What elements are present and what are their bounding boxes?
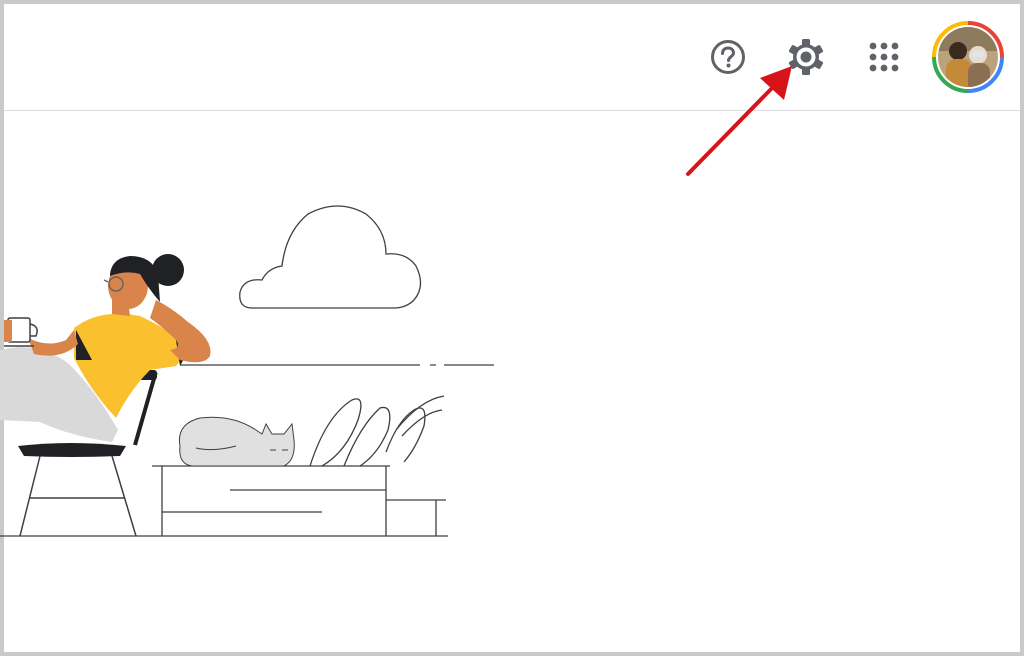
empty-state-illustration	[0, 205, 494, 537]
cloud-icon	[239, 205, 422, 309]
account-avatar-button[interactable]	[932, 21, 1004, 93]
bench-illustration	[0, 465, 448, 537]
settings-button[interactable]	[782, 33, 830, 81]
help-circle-icon	[711, 40, 745, 74]
person-illustration	[0, 254, 211, 442]
cat-illustration	[178, 416, 295, 467]
apps-button[interactable]	[860, 33, 908, 81]
plant-illustration	[309, 395, 445, 467]
app-header	[4, 4, 1020, 111]
avatar	[932, 21, 1004, 93]
help-button[interactable]	[704, 33, 752, 81]
apps-grid-icon	[869, 42, 899, 72]
gear-icon	[788, 39, 824, 75]
